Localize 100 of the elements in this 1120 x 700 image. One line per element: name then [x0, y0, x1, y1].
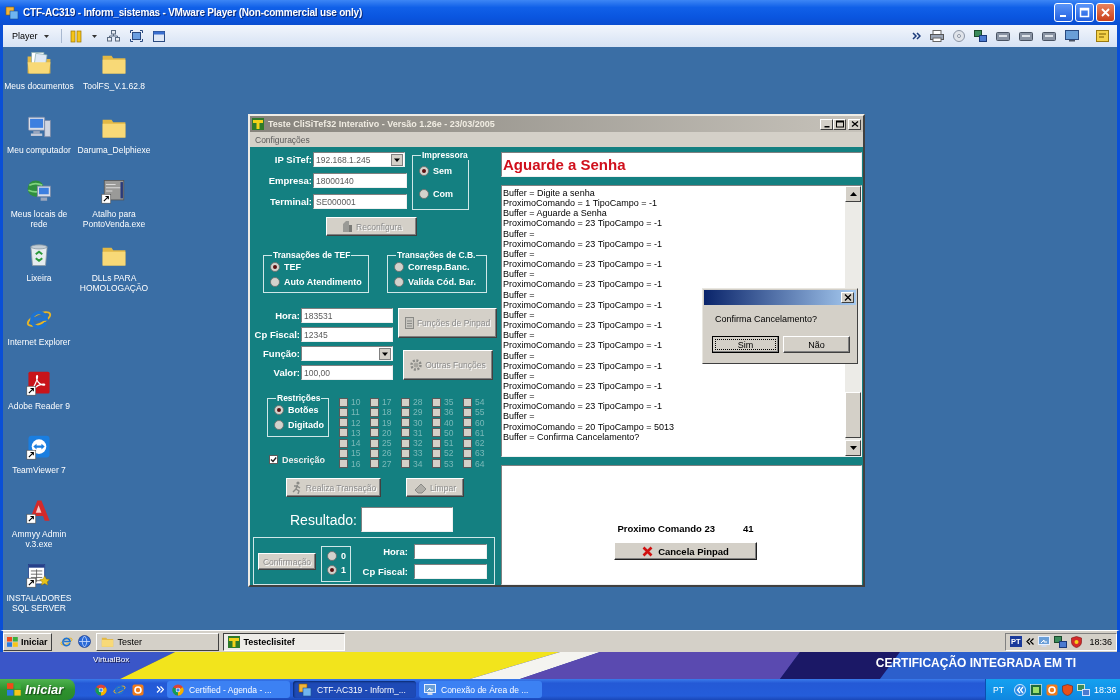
- desktop-icon-label[interactable]: VirtualBox: [93, 655, 130, 664]
- checkbox[interactable]: Descrição: [269, 454, 326, 465]
- radio-icon[interactable]: [419, 189, 429, 199]
- program-window-icon[interactable]: [101, 178, 127, 204]
- shield-icon[interactable]: [1061, 683, 1073, 696]
- caret-icon[interactable]: [91, 34, 97, 38]
- scroll-up-button[interactable]: [845, 186, 861, 202]
- chevrons-icon[interactable]: [1025, 638, 1034, 645]
- square-ring-icon[interactable]: [132, 683, 144, 696]
- window-icon[interactable]: [152, 30, 165, 42]
- taskbar-button[interactable]: Tester: [95, 632, 219, 651]
- e-logo-icon[interactable]: [113, 683, 126, 696]
- printer-icon[interactable]: [930, 30, 944, 42]
- network-tree-icon[interactable]: [106, 30, 120, 42]
- taskbar-button[interactable]: CTF-AC319 - Inform_...: [293, 681, 416, 698]
- checkbox-icon[interactable]: [269, 455, 278, 464]
- start-button[interactable]: Iniciar: [0, 679, 75, 700]
- radio-icon[interactable]: [419, 166, 429, 176]
- dialog-button[interactable]: Sim: [712, 336, 779, 353]
- chevron-circle-icon[interactable]: [1013, 683, 1026, 696]
- radio-button[interactable]: Botões: [274, 405, 328, 415]
- text-field[interactable]: 183531: [301, 308, 393, 323]
- drive-icon[interactable]: [1042, 30, 1056, 42]
- square-ring-icon[interactable]: [1045, 683, 1058, 696]
- pause-icon[interactable]: [69, 29, 82, 43]
- down-arrow-icon[interactable]: [849, 446, 857, 450]
- documents-folder-icon[interactable]: [26, 50, 52, 76]
- drive-icon[interactable]: [996, 30, 1010, 42]
- player-menu-button[interactable]: Player: [10, 31, 51, 41]
- tricolor-circle-icon[interactable]: [95, 683, 107, 696]
- start-button[interactable]: Iniciar: [3, 632, 52, 651]
- desktop-icon-label[interactable]: Internet Explorer: [7, 337, 71, 347]
- dropdown-field[interactable]: 192.168.1.245: [313, 152, 405, 167]
- e-logo-icon[interactable]: [59, 635, 73, 648]
- radio-button[interactable]: Sem: [419, 166, 468, 176]
- chevrons-icon[interactable]: [912, 32, 921, 40]
- pdf-icon[interactable]: [26, 370, 52, 396]
- radio-icon[interactable]: [270, 262, 280, 272]
- text-field[interactable]: 18000140: [313, 173, 407, 188]
- tricolor-circle-icon[interactable]: [172, 683, 184, 696]
- radio-button[interactable]: 1: [327, 565, 350, 575]
- desktop-icon-label[interactable]: Adobe Reader 9: [8, 401, 70, 411]
- desktop-icon-label[interactable]: Meus locais de rede: [3, 209, 75, 229]
- desktop-icon-label[interactable]: Meu computador: [7, 145, 71, 155]
- text-field[interactable]: [414, 564, 487, 579]
- text-field[interactable]: SE000001: [313, 194, 407, 209]
- radio-icon[interactable]: [327, 551, 337, 561]
- desktop-icon-label[interactable]: ToolFS_V.1.62.8: [82, 81, 146, 91]
- up-arrow-icon[interactable]: [849, 192, 857, 196]
- menu-item[interactable]: Configurações: [253, 134, 312, 145]
- radio-button[interactable]: Digitado: [274, 420, 328, 430]
- network-icon[interactable]: [974, 30, 987, 42]
- note-icon[interactable]: [1096, 30, 1109, 42]
- dropdown-field[interactable]: [301, 346, 393, 361]
- cancel-pinpad-button[interactable]: Cancela Pinpad: [614, 542, 757, 560]
- desktop-icon-label[interactable]: Atalho para PontoVenda.exe: [75, 209, 153, 229]
- radio-button[interactable]: Auto Atendimento: [270, 277, 368, 287]
- radio-button[interactable]: TEF: [270, 262, 368, 272]
- text-field[interactable]: 12345: [301, 327, 393, 342]
- disc-icon[interactable]: [953, 30, 965, 42]
- globe-computer-icon[interactable]: [26, 178, 52, 204]
- scroll-thumb[interactable]: [845, 392, 861, 438]
- fullscreen-icon[interactable]: [129, 30, 143, 42]
- desktop-icon-label[interactable]: INSTALADORES SQL SERVER: [3, 593, 75, 613]
- windows-flag-icon[interactable]: [7, 636, 18, 647]
- t-logo-icon[interactable]: [227, 635, 240, 648]
- radio-icon[interactable]: [274, 405, 284, 415]
- radio-icon[interactable]: [327, 565, 337, 575]
- radio-icon[interactable]: [270, 277, 280, 287]
- taskbar-button[interactable]: Conexão de Área de ...: [419, 681, 542, 698]
- desktop-icon-label[interactable]: Lixeira: [26, 273, 52, 283]
- square-icon[interactable]: [1029, 683, 1042, 696]
- monitor-icon[interactable]: [424, 683, 436, 696]
- scroll-down-button[interactable]: [845, 440, 861, 456]
- dialog-button[interactable]: Não: [783, 336, 850, 353]
- desktop-icon-label[interactable]: TeamViewer 7: [12, 465, 66, 475]
- desktop-icon-label[interactable]: DLLs PARA HOMOLOGAÇÃO: [75, 273, 153, 293]
- computer-icon[interactable]: [26, 114, 52, 140]
- radio-button[interactable]: Corresp.Banc.: [394, 262, 486, 272]
- globe-icon[interactable]: [77, 635, 91, 648]
- windows-flag-icon[interactable]: [7, 683, 21, 696]
- desktop-icon-label[interactable]: Daruma_Delphiexe: [77, 145, 151, 155]
- grid-window-icon[interactable]: [26, 562, 52, 588]
- letter-a-icon[interactable]: [26, 498, 52, 524]
- radio-button[interactable]: 0: [327, 551, 350, 561]
- radio-icon[interactable]: [274, 420, 284, 430]
- text-field[interactable]: [414, 544, 487, 559]
- radio-button[interactable]: Valida Cód. Bar.: [394, 277, 486, 287]
- drive-icon[interactable]: [1019, 30, 1033, 42]
- taskbar-button[interactable]: Testeclisitef: [222, 632, 345, 651]
- taskbar-button[interactable]: Certified - Agenda - ...: [167, 681, 290, 698]
- overlapping-squares-icon[interactable]: [298, 682, 312, 697]
- radio-icon[interactable]: [394, 277, 404, 287]
- radio-icon[interactable]: [394, 262, 404, 272]
- caret-icon[interactable]: [43, 34, 49, 38]
- desktop-icon-label[interactable]: Meus documentos: [4, 81, 74, 91]
- result-field[interactable]: [360, 507, 453, 532]
- x-mark-icon[interactable]: [642, 545, 654, 557]
- network-icon[interactable]: [1053, 635, 1067, 648]
- radio-button[interactable]: Com: [419, 189, 468, 199]
